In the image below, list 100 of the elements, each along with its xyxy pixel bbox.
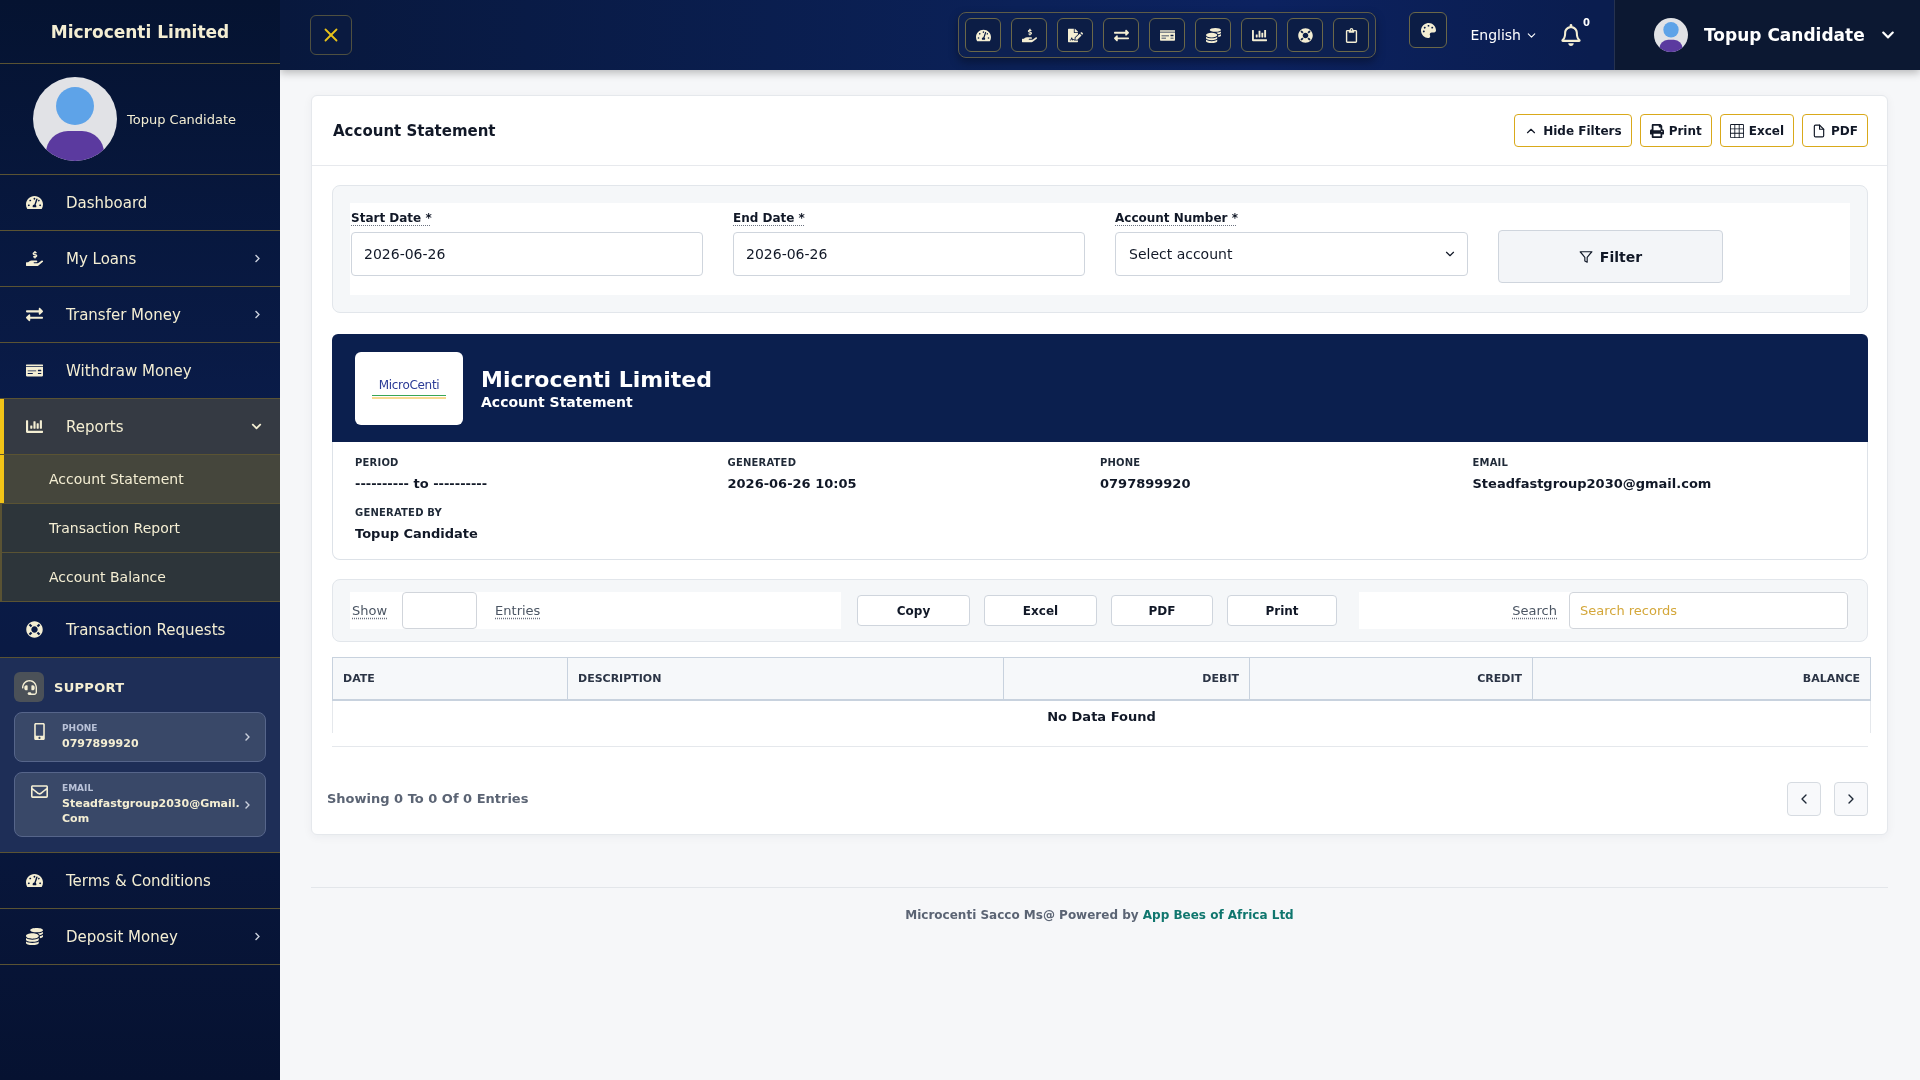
export-button[interactable]: Copy — [857, 595, 970, 626]
date-field[interactable]: 2026-06-26 — [733, 232, 1085, 276]
support-title: SUPPORT — [54, 679, 125, 695]
sidebar-toggle-button[interactable] — [310, 15, 352, 55]
toolbar-button[interactable] — [1057, 18, 1094, 52]
entries-label: Entries — [495, 603, 541, 618]
language-button[interactable]: English — [1470, 27, 1538, 43]
gauge-icon — [975, 27, 991, 43]
arrows-icon — [1113, 27, 1129, 43]
contact-label: EMAIL — [62, 783, 95, 793]
notification-count: 0 — [1583, 17, 1590, 28]
export-button[interactable]: PDF — [1111, 595, 1213, 626]
bar-chart-icon — [1251, 27, 1267, 43]
swoosh-icon — [372, 393, 446, 399]
life-ring-icon — [25, 621, 43, 638]
toolbar-button[interactable] — [1149, 18, 1186, 52]
search-label: Search — [1512, 603, 1557, 618]
logo-text: MicroCenti — [378, 377, 440, 392]
grid-icon — [1729, 123, 1744, 138]
detail-label: GENERATED — [727, 457, 798, 468]
action-button[interactable]: Print — [1639, 114, 1712, 147]
coins-icon — [25, 928, 43, 945]
entries-field[interactable] — [402, 592, 478, 629]
account-select[interactable]: Select account — [1115, 232, 1468, 276]
contact-label: PHONE — [62, 723, 99, 733]
clipboard-icon — [1343, 27, 1359, 43]
funnel-icon — [1578, 249, 1593, 264]
printer-icon — [1649, 123, 1664, 138]
envelope-icon — [31, 783, 48, 800]
avatar-icon — [1654, 18, 1688, 52]
detail-value: Steadfastgroup2030@gmail.com — [1472, 476, 1713, 491]
page-title: Account Statement — [333, 121, 497, 140]
mobile-phone-icon — [31, 723, 48, 740]
column-header: DESCRIPTION — [567, 657, 1004, 700]
avatar-icon — [33, 77, 117, 161]
contact-card[interactable]: EMAIL Steadfastgroup2030@Gmail.Com — [14, 772, 266, 837]
chevron-right-icon — [243, 732, 252, 742]
export-button[interactable]: Print — [1227, 595, 1337, 626]
sidebar-item[interactable]: Reports — [0, 399, 280, 455]
toolbar-button[interactable] — [1011, 18, 1048, 52]
profile-name: Topup Candidate — [127, 111, 237, 127]
action-button[interactable]: Excel — [1719, 114, 1795, 147]
toolbar-button[interactable] — [1103, 18, 1140, 52]
contact-value: 0797899920 — [62, 736, 140, 751]
card-icon — [25, 362, 43, 379]
file-icon — [1812, 123, 1827, 138]
user-menu[interactable]: Topup Candidate — [1614, 0, 1920, 70]
toolbar-button[interactable] — [1241, 18, 1278, 52]
contact-value: Steadfastgroup2030@Gmail.Com — [62, 796, 241, 826]
submenu-item[interactable]: Transaction Report — [0, 504, 280, 553]
coins-icon — [1205, 27, 1221, 43]
hand-dollar-icon — [25, 250, 43, 267]
column-header: DEBIT — [1003, 657, 1250, 700]
show-label: Show — [352, 603, 388, 618]
toolbar-button[interactable] — [1195, 18, 1232, 52]
bar-chart-icon — [25, 418, 43, 435]
card-icon — [1159, 27, 1175, 43]
detail-value: 0797899920 — [1100, 476, 1192, 491]
statement-subtitle: Account Statement — [481, 393, 634, 410]
action-button[interactable]: Hide Filters — [1514, 114, 1632, 147]
export-button[interactable]: Excel — [984, 595, 1097, 626]
empty-table-message: No Data Found — [332, 699, 1871, 733]
detail-label: EMAIL — [1472, 457, 1510, 468]
footer-link[interactable]: App Bees of Africa Ltd — [1142, 907, 1294, 922]
column-header: CREDIT — [1249, 657, 1533, 700]
palette-icon — [1420, 22, 1436, 38]
column-header: BALANCE — [1532, 657, 1871, 700]
submenu-item[interactable]: Account Statement — [0, 455, 280, 504]
brand-name: Microcenti Limited — [50, 21, 230, 42]
field-label: End Date * — [733, 210, 805, 227]
life-ring-icon — [1297, 27, 1313, 43]
detail-value: Topup Candidate — [355, 526, 479, 541]
headset-icon — [14, 672, 44, 702]
submenu-item[interactable]: Account Balance — [0, 553, 280, 602]
toolbar-button[interactable] — [1287, 18, 1324, 52]
field-label: Start Date * — [351, 210, 432, 227]
arrows-icon — [25, 306, 43, 323]
bell-icon[interactable] — [1560, 24, 1582, 46]
detail-label: GENERATED BY — [355, 507, 444, 518]
entries-summary: Showing 0 To 0 Of 0 Entries — [327, 791, 529, 806]
contact-card[interactable]: PHONE 0797899920 — [14, 712, 266, 762]
field-label: Account Number * — [1115, 210, 1238, 227]
search-field[interactable]: Search records — [1569, 592, 1848, 629]
toolbar-button[interactable] — [965, 18, 1002, 52]
date-field[interactable]: 2026-06-26 — [351, 232, 703, 276]
theme-button[interactable] — [1409, 12, 1448, 48]
hand-dollar-icon — [1021, 27, 1037, 43]
toolbar-button[interactable] — [1333, 18, 1370, 52]
detail-value: 2026-06-26 10:05 — [727, 476, 858, 491]
gauge-icon — [25, 872, 43, 889]
action-button[interactable]: PDF — [1802, 114, 1868, 147]
company-name: Microcenti Limited — [481, 366, 712, 392]
footer-text: Microcenti Sacco Ms@ Powered by App Bees of Africa Ltd — [905, 907, 1294, 922]
chevron-right-icon — [243, 800, 252, 809]
column-header: DATE — [332, 657, 568, 700]
filter-button[interactable]: Filter — [1498, 230, 1723, 283]
signature-icon — [1067, 27, 1083, 43]
detail-label: PHONE — [1100, 457, 1142, 468]
gauge-icon — [25, 194, 43, 211]
detail-value: ---------- to ---------- — [355, 476, 489, 491]
